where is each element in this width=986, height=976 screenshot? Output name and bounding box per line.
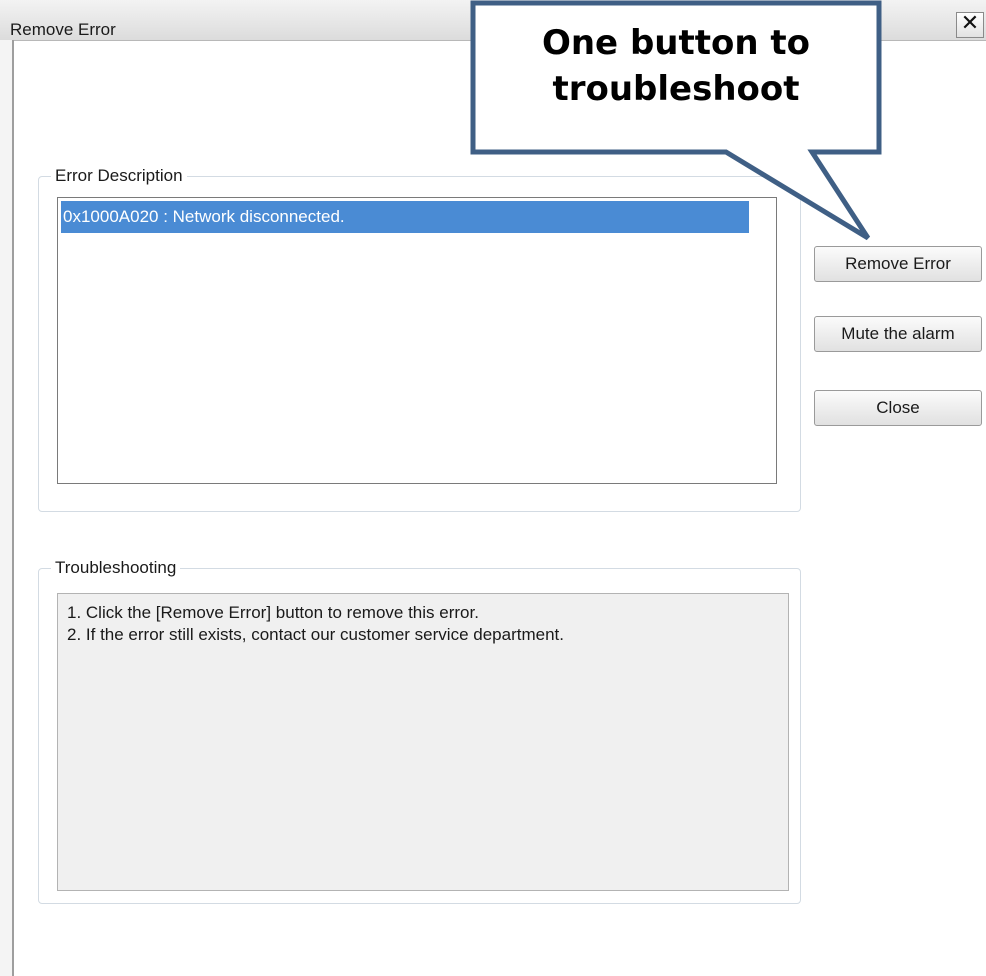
- error-description-group: Error Description 0x1000A020 : Network d…: [38, 166, 801, 512]
- error-description-legend: Error Description: [51, 166, 187, 186]
- remove-error-dialog: Remove Error ✕ Error Description 0x1000A…: [0, 0, 986, 976]
- window-title: Remove Error: [10, 20, 116, 39]
- troubleshooting-line: 2. If the error still exists, contact ou…: [67, 625, 564, 644]
- close-icon[interactable]: ✕: [956, 12, 984, 38]
- remove-error-button[interactable]: Remove Error: [814, 246, 982, 282]
- window-left-frame: [0, 40, 14, 976]
- callout-text: One button to troubleshoot: [478, 20, 874, 112]
- troubleshooting-legend: Troubleshooting: [51, 558, 181, 578]
- mute-alarm-button[interactable]: Mute the alarm: [814, 316, 982, 352]
- error-list[interactable]: 0x1000A020 : Network disconnected.: [57, 197, 777, 484]
- troubleshooting-group: Troubleshooting 1. Click the [Remove Err…: [38, 558, 801, 904]
- error-list-item[interactable]: 0x1000A020 : Network disconnected.: [61, 201, 749, 233]
- troubleshooting-text: 1. Click the [Remove Error] button to re…: [57, 593, 789, 891]
- callout-line: troubleshoot: [552, 69, 800, 109]
- close-button[interactable]: Close: [814, 390, 982, 426]
- callout-line: One button to: [541, 23, 811, 63]
- troubleshooting-line: 1. Click the [Remove Error] button to re…: [67, 603, 479, 622]
